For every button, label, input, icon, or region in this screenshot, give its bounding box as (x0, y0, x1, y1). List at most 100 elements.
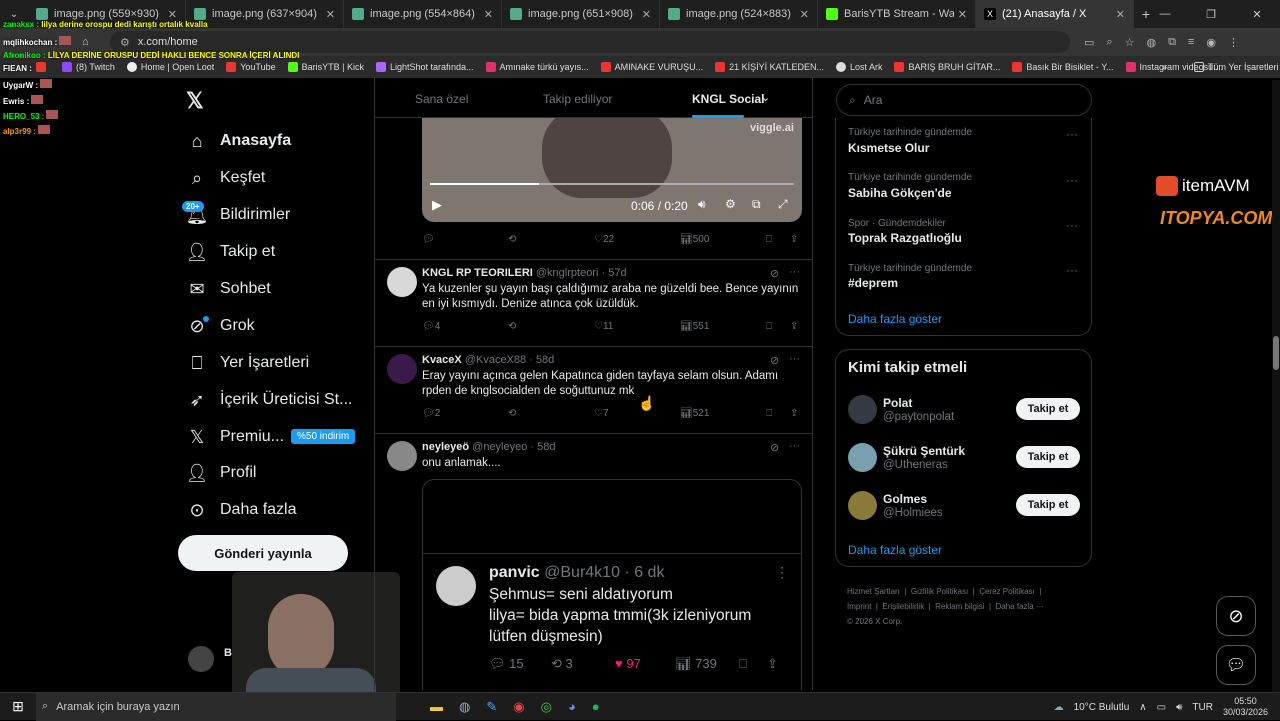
bookmark-icon[interactable]: ⎕ (766, 321, 772, 332)
messages-floating-button[interactable]: 💬︎ (1216, 645, 1256, 685)
views-icon[interactable]: 📊︎ 551 (680, 321, 709, 332)
chevron-down-icon[interactable]: ⌄ (761, 91, 770, 104)
nav-home[interactable]: ⌂ Anasayfa (186, 130, 292, 152)
like-icon[interactable]: ♡ 7 (594, 408, 609, 419)
menu-icon[interactable]: ⋮ (1228, 36, 1239, 49)
tab-for-you[interactable]: Sana özel (415, 92, 468, 106)
bookmark-item[interactable]: BARIŞ BRUH GİTAR... (894, 62, 1000, 72)
browser-tab[interactable]: image.png (554×864) ✕ (344, 0, 502, 28)
reply-icon[interactable]: 💬︎ (422, 234, 435, 245)
app-icon[interactable]: ◉ (513, 699, 524, 715)
address-field[interactable]: ⚙ x.com/home (110, 31, 1070, 53)
follow-button[interactable]: Takip et (1016, 446, 1080, 468)
like-icon[interactable]: ♡ 22 (594, 234, 614, 245)
media-icon[interactable]: ≡ (1188, 36, 1194, 49)
avatar[interactable] (387, 354, 417, 384)
search-input[interactable]: ⌕ Ara (836, 84, 1092, 116)
page-scrollbar[interactable] (1272, 80, 1280, 692)
all-bookmarks[interactable]: Tüm Yer İşaretleri (1194, 62, 1279, 72)
bookmark-item[interactable]: (8) Twitch (62, 62, 115, 72)
site-info-icon[interactable]: ⚙ (120, 36, 130, 49)
more-icon[interactable]: ··· (1066, 127, 1078, 141)
tab-following[interactable]: Takip ediliyor (543, 92, 612, 106)
grok-floating-button[interactable]: ⊘ (1216, 596, 1256, 636)
taskbar-search[interactable]: ⌕ Aramak için buraya yazın (36, 692, 396, 721)
puzzle-icon[interactable]: ⧉ (1168, 36, 1176, 49)
suggested-user-name[interactable]: Polat (883, 396, 912, 410)
avatar[interactable] (387, 267, 417, 297)
close-icon[interactable]: ✕ (326, 8, 335, 21)
views-icon[interactable]: 📊︎ 500 (680, 234, 709, 245)
close-icon[interactable]: ✕ (958, 8, 967, 21)
bookmark-item[interactable]: YouTube (226, 62, 276, 72)
volume-icon[interactable]: 🔊︎ (1176, 702, 1182, 713)
grok-icon[interactable]: ⊘ (770, 354, 779, 367)
cast-icon[interactable]: ▭ (1084, 36, 1094, 49)
home-icon[interactable]: ⌂ (82, 36, 104, 48)
network-icon[interactable]: ▭ (1157, 702, 1166, 713)
trend-title[interactable]: Sabiha Gökçen'de (848, 186, 952, 200)
trend-title[interactable]: Toprak Razgatlıoğlu (848, 231, 962, 245)
nav-messages[interactable]: ✉ Sohbet (186, 278, 270, 300)
bookmark-item[interactable]: Home | Open Loot (126, 62, 214, 72)
bookmark-item[interactable]: 21 KİŞİYİ KATLEDEN... (715, 62, 824, 72)
close-icon[interactable]: ✕ (800, 8, 809, 21)
pip-icon[interactable]: ⧉ (752, 197, 761, 212)
video-progress-track[interactable] (430, 183, 794, 185)
avatar[interactable] (848, 491, 877, 520)
bookmark-item[interactable]: AMINAKE VURUŞU... (600, 62, 703, 72)
video-player[interactable]: viggle.ai ▶ 0:06 / 0:20 🔊︎ ⚙ ⧉ ⤢ (422, 118, 802, 222)
more-icon[interactable]: ··· (1066, 173, 1078, 187)
fullscreen-icon[interactable]: ⤢ (778, 197, 788, 212)
account-avatar[interactable] (188, 646, 214, 672)
tweet-image[interactable]: panvic @Bur4k10 · 6 dk ⋮ Şehmus= seni al… (422, 479, 802, 690)
close-window-icon[interactable]: ✕ (1234, 8, 1280, 21)
tweet[interactable]: neyleyeö @neyleyeo · 58d ⊘ ··· onu anlam… (375, 434, 812, 690)
post-button[interactable]: Gönderi yayınla (178, 535, 348, 571)
clock[interactable]: 05:50 30/03/2026 (1223, 696, 1268, 718)
retweet-icon[interactable]: ⟲ (508, 408, 516, 419)
tab-kngl-social[interactable]: KNGL Social (692, 92, 764, 106)
like-icon[interactable]: ♡ 11 (594, 321, 613, 332)
more-icon[interactable]: ··· (1066, 263, 1078, 277)
avatar[interactable] (848, 395, 877, 424)
scrollbar-thumb[interactable] (1273, 336, 1279, 370)
file-explorer-icon[interactable]: ▬ (430, 699, 443, 715)
star-icon[interactable]: ☆ (1125, 36, 1135, 49)
restore-icon[interactable]: ❐ (1188, 8, 1234, 21)
extension-icon[interactable]: ◍ (1146, 36, 1156, 49)
trend-title[interactable]: Kısmetse Olur (848, 141, 929, 155)
nav-explore[interactable]: ⌕ Keşfet (186, 167, 265, 189)
nav-profile[interactable]: 👤︎ Profil (186, 462, 257, 484)
avatar[interactable] (848, 443, 877, 472)
spotify-icon[interactable]: ● (592, 699, 600, 715)
bookmark-item[interactable]: Amınake türkü yayıs... (485, 62, 589, 72)
nav-more[interactable]: ⊙ Daha fazla (186, 499, 296, 521)
windows-start-icon[interactable]: ⊞ (0, 698, 36, 715)
play-icon[interactable]: ▶ (432, 197, 442, 213)
bookmark-icon[interactable]: ⎕ (766, 234, 772, 245)
retweet-icon[interactable]: ⟲ (508, 234, 516, 245)
grok-icon[interactable]: ⊘ (770, 441, 779, 454)
profile-icon[interactable]: ◉ (1206, 36, 1216, 49)
nav-premium[interactable]: 𝕏 Premiu... (186, 426, 284, 448)
nav-follow[interactable]: 👤︎ Takip et (186, 241, 276, 263)
steam-icon[interactable]: ◍ (459, 699, 470, 715)
grok-icon[interactable]: ⊘ (770, 267, 779, 280)
browser-tab-active[interactable]: X (21) Anasayfa / X ✕ (976, 0, 1134, 28)
show-more-follow[interactable]: Daha fazla göster (848, 543, 942, 557)
tweet[interactable]: KNGL RP TEORILERI @knglrpteori · 57d ⊘ ·… (375, 260, 812, 347)
browser-tab[interactable]: image.png (524×883) ✕ (660, 0, 818, 28)
tray-chevron-icon[interactable]: ∧ (1139, 702, 1146, 713)
bookmark-item[interactable]: Lost Ark (835, 62, 882, 72)
more-icon[interactable]: ··· (789, 353, 800, 365)
browser-tab[interactable]: image.png (651×908) ✕ (502, 0, 660, 28)
bookmark-item[interactable]: Basık Bir Bisiklet - Y... (1012, 62, 1114, 72)
retweet-icon[interactable]: ⟲ (508, 321, 516, 332)
reply-icon[interactable]: 💬︎ 2 (422, 408, 440, 419)
bookmarks-overflow-icon[interactable]: » (1162, 62, 1167, 72)
more-icon[interactable]: ··· (789, 440, 800, 452)
nav-bookmarks[interactable]: ⎕ Yer İşaretleri (186, 352, 310, 374)
discord-icon[interactable]: ◕ (568, 699, 576, 715)
show-more-trends[interactable]: Daha fazla göster (848, 312, 942, 326)
